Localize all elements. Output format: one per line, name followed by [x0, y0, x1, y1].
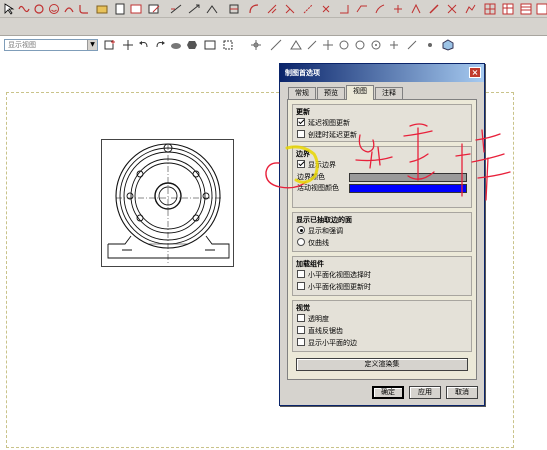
tab-view-label: 视图 — [353, 87, 367, 95]
nx-drafting-window: 显示视图 ▼ 制图首选项 × 常规 预览 视图 注释 更新 延迟视图更新 创建时… — [0, 0, 547, 450]
yellow-highlight-mark — [285, 145, 319, 184]
handwriting-char-3 — [455, 129, 511, 201]
tab-view[interactable]: 视图 — [346, 85, 374, 100]
handwriting-char-1 — [355, 134, 393, 169]
handwriting-char-2 — [403, 123, 435, 181]
red-circle-mark — [265, 162, 307, 189]
handwriting-overlay — [265, 123, 511, 201]
